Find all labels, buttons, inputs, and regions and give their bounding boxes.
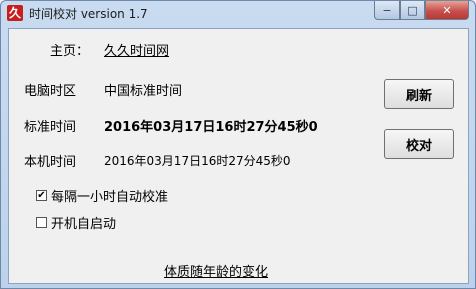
calibrate-button[interactable]: 校对: [384, 129, 454, 159]
hourly-sync-label[interactable]: 每隔一小时自动校准: [51, 186, 168, 205]
homepage-label: 主页：: [50, 44, 90, 59]
local-time-value: 2016年03月17日16时27分45秒0: [104, 154, 291, 168]
standard-time-value: 2016年03月17日16时27分45秒0: [104, 120, 318, 135]
local-time-label: 本机时间: [24, 155, 77, 170]
close-button[interactable]: ✕: [425, 1, 469, 20]
pc-timezone-value: 中国标准时间: [104, 84, 183, 99]
autostart-checkbox[interactable]: [36, 217, 47, 228]
client-area: 主页： 久久时间网 电脑时区 中国标准时间 标准时间 2016年03月17日16…: [8, 28, 469, 284]
refresh-button[interactable]: 刷新: [384, 79, 454, 109]
pc-timezone-label: 电脑时区: [24, 84, 77, 99]
autostart-label[interactable]: 开机自启动: [51, 213, 116, 232]
app-window: 久 时间校对 version 1.7 − □ ✕ 主页： 久久时间网 电脑时区 …: [0, 0, 476, 289]
hourly-sync-checkbox[interactable]: ✔: [36, 190, 47, 201]
minimize-button[interactable]: −: [374, 1, 400, 20]
maximize-button[interactable]: □: [400, 1, 425, 20]
title-bar[interactable]: 久 时间校对 version 1.7 − □ ✕: [1, 1, 475, 27]
homepage-link[interactable]: 久久时间网: [104, 40, 169, 59]
window-title: 时间校对 version 1.7: [29, 7, 148, 21]
footer-link[interactable]: 体质随年龄的变化: [164, 261, 268, 280]
app-icon: 久: [7, 5, 23, 21]
standard-time-label: 标准时间: [24, 120, 77, 135]
